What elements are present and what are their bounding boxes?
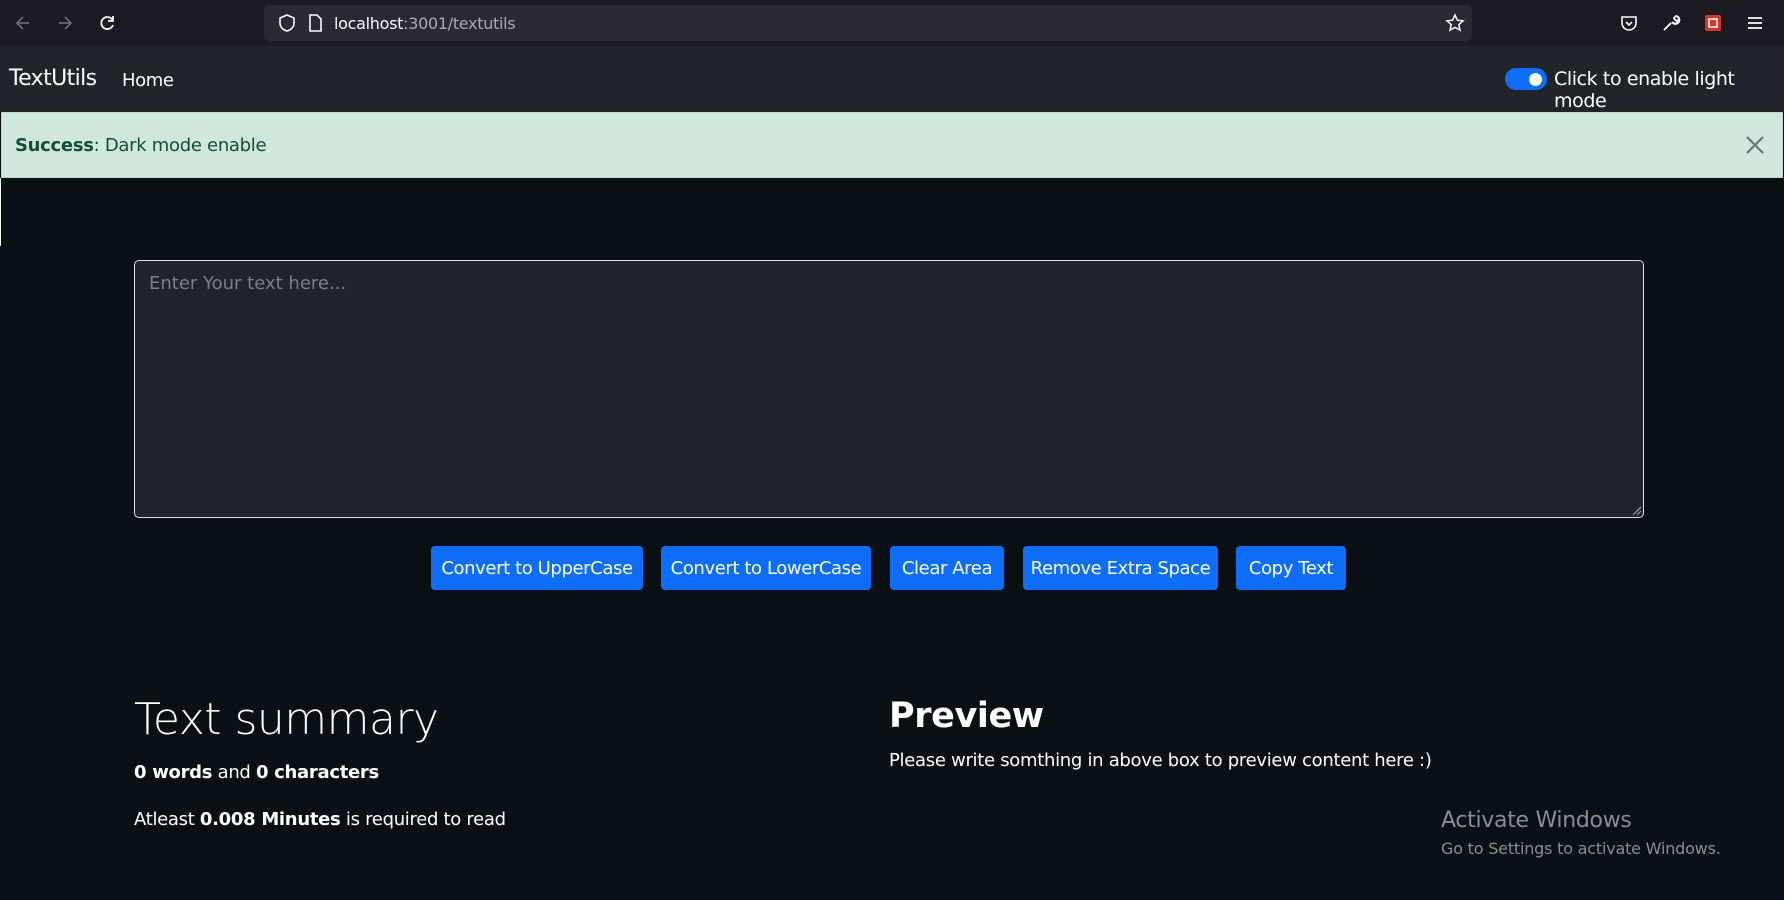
url-host: localhost [334, 14, 404, 33]
dark-mode-toggle[interactable] [1505, 68, 1547, 90]
char-count: 0 characters [255, 762, 379, 783]
wrench-icon[interactable] [1658, 10, 1684, 36]
read-minutes: 0.008 Minutes [199, 809, 341, 830]
read-suffix: is required to read [340, 809, 506, 830]
pocket-icon[interactable] [1616, 10, 1642, 36]
url-text[interactable]: localhost:3001/textutils [334, 14, 516, 33]
alert-close-button[interactable] [1742, 132, 1768, 158]
text-input-area[interactable] [134, 260, 1644, 518]
arrow-left-icon [15, 16, 29, 30]
summary-title: Text summary [134, 694, 439, 745]
url-path: :3001/textutils [403, 14, 516, 33]
success-alert: Success: Dark mode enable [1, 112, 1783, 178]
preview-content: Please write somthing in above box to pr… [889, 750, 1432, 771]
resize-grip-icon[interactable] [1628, 502, 1642, 516]
copy-text-button[interactable]: Copy Text [1236, 546, 1346, 590]
read-time: Atleast 0.008 Minutes is required to rea… [134, 809, 506, 830]
bookmark-star-icon[interactable] [1442, 10, 1468, 36]
extension-icon[interactable] [1700, 10, 1726, 36]
preview-title: Preview [889, 696, 1044, 736]
remove-space-button[interactable]: Remove Extra Space [1023, 546, 1218, 590]
back-button[interactable] [8, 8, 38, 38]
browser-toolbar: localhost:3001/textutils [0, 0, 1784, 46]
activate-windows-title: Activate Windows [1441, 808, 1632, 833]
arrow-right-icon [59, 16, 73, 30]
word-count: 0 words [134, 762, 213, 783]
brand-logo[interactable]: TextUtils [9, 66, 97, 91]
mode-toggle-label[interactable]: Click to enable light mode [1554, 68, 1784, 112]
forward-button[interactable] [50, 8, 80, 38]
uppercase-button[interactable]: Convert to UpperCase [431, 546, 643, 590]
app-navbar: TextUtils Home Click to enable light mod… [0, 46, 1784, 112]
read-prefix: Atleast [134, 809, 200, 830]
reload-icon [100, 16, 114, 30]
reload-button[interactable] [92, 8, 122, 38]
shield-icon[interactable] [274, 10, 300, 36]
alert-message: Success: Dark mode enable [15, 135, 267, 156]
nav-link-home[interactable]: Home [122, 70, 174, 91]
activate-windows-subtitle: Go to Settings to activate Windows. [1441, 839, 1721, 858]
and-text: and [212, 762, 256, 783]
close-icon [1746, 136, 1764, 154]
toggle-knob [1529, 73, 1542, 86]
alert-body: : Dark mode enable [93, 135, 267, 156]
page-icon [302, 10, 328, 36]
lowercase-button[interactable]: Convert to LowerCase [661, 546, 871, 590]
url-bar[interactable]: localhost:3001/textutils [264, 5, 1472, 41]
divider [0, 178, 1, 246]
alert-title: Success [15, 135, 94, 156]
clear-button[interactable]: Clear Area [890, 546, 1004, 590]
word-char-count: 0 words and 0 characters [134, 762, 379, 783]
menu-icon[interactable] [1742, 10, 1768, 36]
